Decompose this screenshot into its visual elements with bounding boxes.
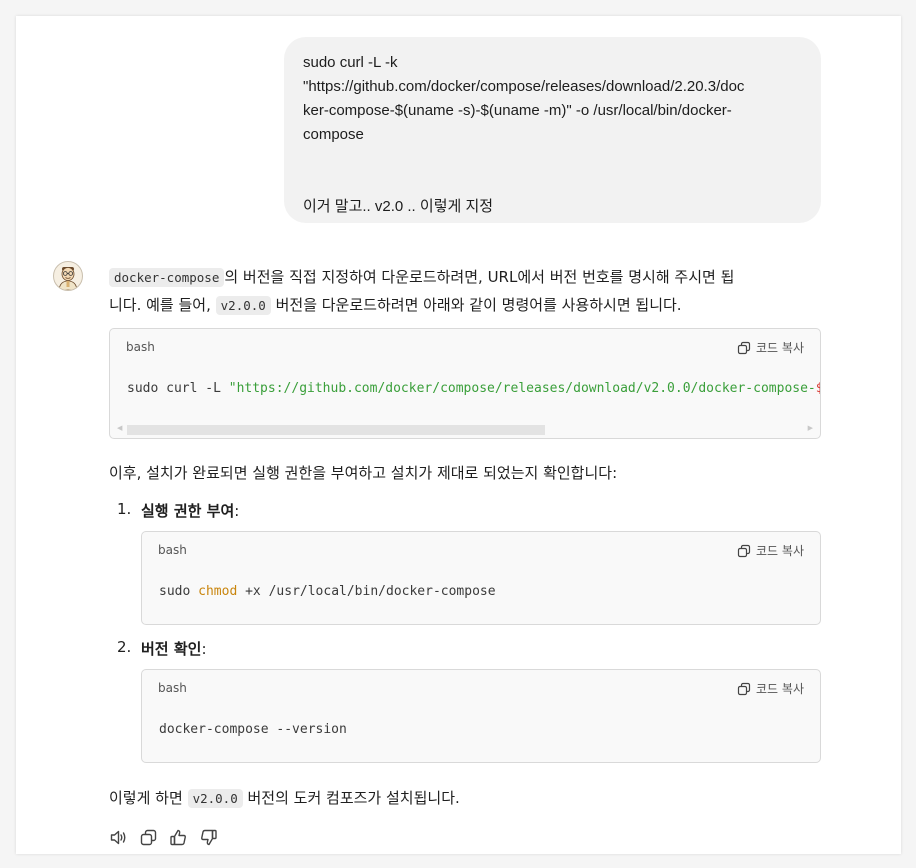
intro-text: 버전을 다운로드하려면 아래와 같이 명령어를 사용하시면 됩니다. bbox=[275, 296, 682, 314]
step-title: 실행 권한 부여 bbox=[141, 502, 235, 520]
copy-code-button[interactable]: 코드 복사 bbox=[737, 680, 804, 697]
intro-text: 니다. 예를 들어, bbox=[109, 296, 211, 314]
assistant-intro-line-1: docker-compose 의 버전을 직접 지정하여 다운로드하려면, URL… bbox=[109, 263, 734, 292]
user-message-line: "https://github.com/docker/compose/relea… bbox=[303, 78, 745, 95]
step-colon: : bbox=[234, 502, 240, 520]
horizontal-scrollbar[interactable]: ◀ ▶ bbox=[117, 424, 813, 435]
copy-icon[interactable] bbox=[139, 828, 158, 847]
user-message-bubble: sudo curl -L -k "https://github.com/dock… bbox=[284, 37, 821, 223]
code-plain: +x /usr/local/bin/docker-compose bbox=[237, 584, 496, 599]
code-language-label: bash bbox=[158, 543, 187, 557]
code-language-label: bash bbox=[158, 681, 187, 695]
step-title: 버전 확인 bbox=[141, 640, 202, 658]
list-number: 2. bbox=[117, 638, 132, 656]
inline-code: v2.0.0 bbox=[187, 789, 243, 808]
copy-code-label: 코드 복사 bbox=[756, 544, 804, 558]
user-message-line: ker-compose-$(uname -s)-$(uname -m)" -o … bbox=[303, 102, 732, 119]
code-line: sudo chmod +x /usr/local/bin/docker-comp… bbox=[159, 584, 496, 599]
user-message-line: compose bbox=[303, 126, 364, 143]
list-item-title: 버전 확인: bbox=[141, 638, 207, 659]
list-number: 1. bbox=[117, 500, 132, 518]
code-plain: sudo bbox=[159, 584, 199, 599]
thumbs-down-icon[interactable] bbox=[199, 828, 218, 847]
code-line: sudo curl -L "https://github.com/docker/… bbox=[127, 381, 820, 396]
user-message-gap bbox=[303, 147, 805, 195]
scroll-right-icon[interactable]: ▶ bbox=[808, 424, 813, 432]
inline-code: v2.0.0 bbox=[215, 296, 271, 315]
inline-code: docker-compose bbox=[109, 268, 225, 287]
copy-icon bbox=[737, 682, 751, 696]
speaker-icon[interactable] bbox=[109, 828, 128, 847]
code-block-download: bash 코드 복사 sudo curl -L "https://github.… bbox=[109, 328, 821, 439]
copy-icon bbox=[737, 544, 751, 558]
assistant-intro-line-2: 니다. 예를 들어, v2.0.0 버전을 다운로드하려면 아래와 같이 명령어… bbox=[109, 291, 682, 320]
list-item-title: 실행 권한 부여: bbox=[141, 500, 239, 521]
message-actions bbox=[109, 828, 218, 847]
code-language-label: bash bbox=[126, 340, 155, 354]
copy-icon bbox=[737, 341, 751, 355]
code-line: docker-compose --version bbox=[159, 722, 347, 737]
code-keyword: chmod bbox=[198, 584, 238, 599]
copy-code-label: 코드 복사 bbox=[756, 341, 804, 355]
user-message-last-line: 이거 말고.. v2.0 .. 이렇게 지정 bbox=[303, 198, 494, 215]
step-colon: : bbox=[201, 640, 207, 658]
code-block-version: bash 코드 복사 docker-compose --version bbox=[141, 669, 821, 763]
outro-post: 버전의 도커 컴포즈가 설치됩니다. bbox=[247, 789, 460, 807]
user-message-line: sudo curl -L -k bbox=[303, 54, 398, 71]
copy-code-button[interactable]: 코드 복사 bbox=[737, 339, 804, 356]
cartoon-avatar-icon bbox=[53, 261, 83, 291]
intro-text: 의 버전을 직접 지정하여 다운로드하려면, URL에서 버전 번호를 명시해 … bbox=[224, 268, 735, 286]
after-install-text: 이후, 설치가 완료되면 실행 권한을 부여하고 설치가 제대로 되었는지 확인… bbox=[109, 464, 618, 482]
scrollbar-thumb[interactable] bbox=[127, 425, 545, 435]
copy-code-label: 코드 복사 bbox=[756, 682, 804, 696]
outro-text: 이렇게 하면 v2.0.0 버전의 도커 컴포즈가 설치됩니다. bbox=[109, 784, 460, 813]
copy-code-button[interactable]: 코드 복사 bbox=[737, 542, 804, 559]
code-interpolation: $( bbox=[816, 381, 820, 396]
thumbs-up-icon[interactable] bbox=[169, 828, 188, 847]
code-string: "https://github.com/docker/compose/relea… bbox=[228, 381, 816, 396]
code-plain: sudo curl -L bbox=[127, 381, 229, 396]
code-block-chmod: bash 코드 복사 sudo chmod +x /usr/local/bin/… bbox=[141, 531, 821, 625]
outro-pre: 이렇게 하면 bbox=[109, 789, 183, 807]
scroll-left-icon[interactable]: ◀ bbox=[117, 424, 122, 432]
